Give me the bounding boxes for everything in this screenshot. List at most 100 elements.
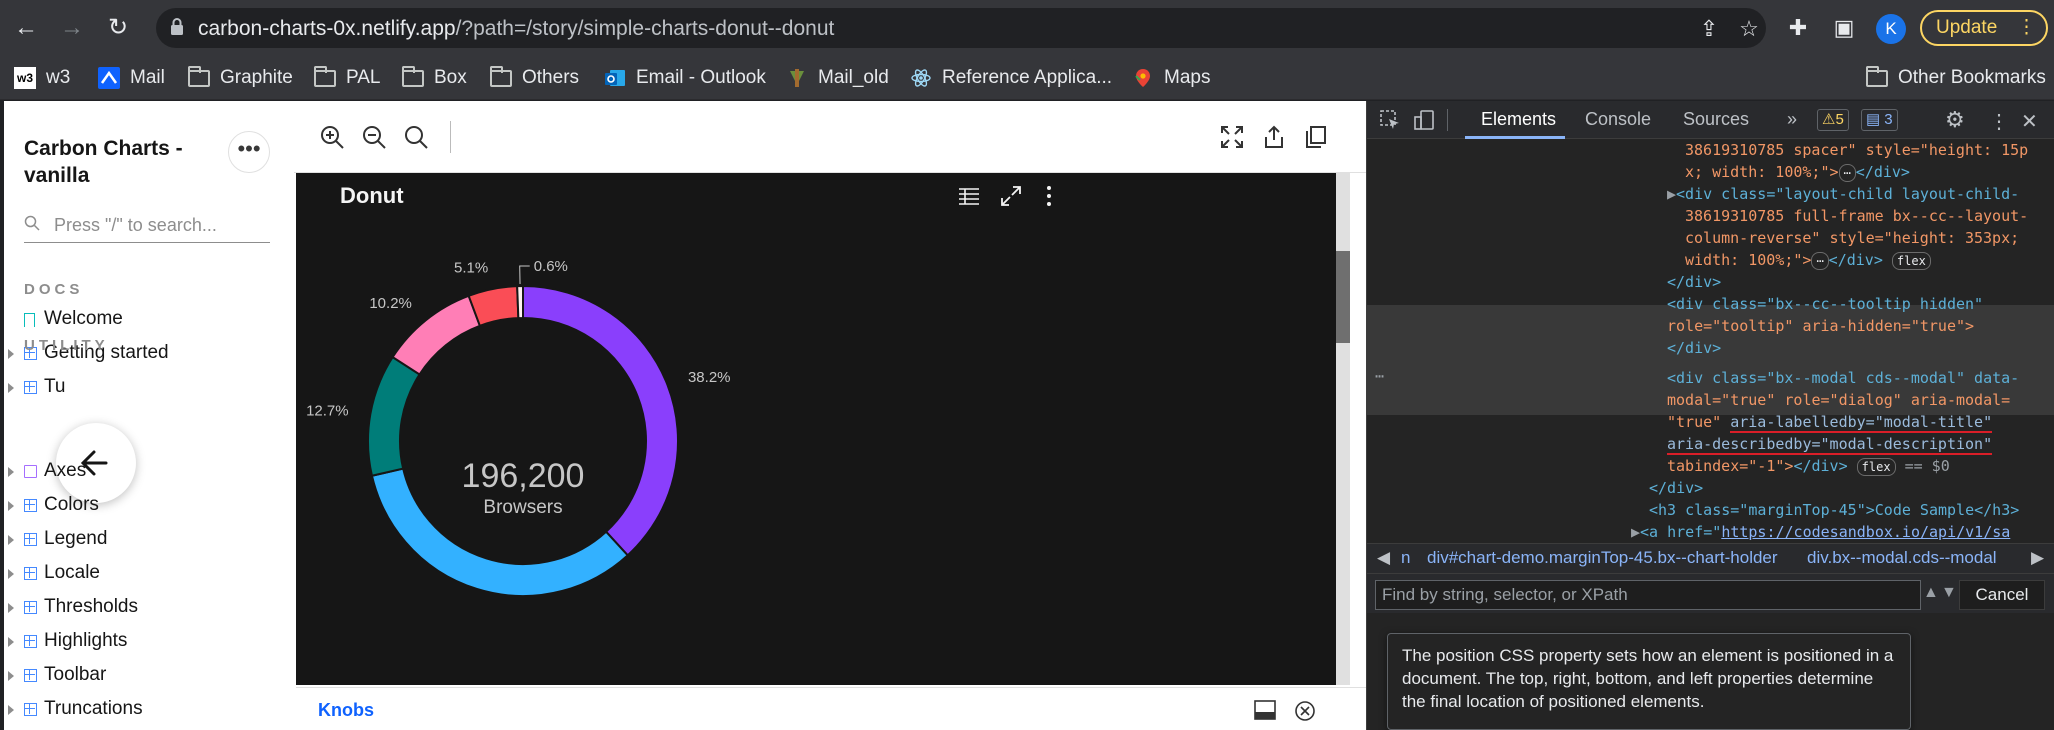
settings-gear-icon[interactable]: ⚙: [1945, 107, 1965, 133]
breadcrumb-item[interactable]: div#chart-demo.marginTop-45.bx--chart-ho…: [1427, 548, 1778, 568]
sidebar-item-legend[interactable]: Legend: [4, 525, 286, 555]
code-line[interactable]: ▶<div class="layout-child layout-child-: [1667, 183, 2019, 205]
messages-badge[interactable]: ▤ 3: [1861, 109, 1898, 131]
breadcrumb-item[interactable]: div.bx--modal.cds--modal: [1807, 548, 1997, 568]
zoom-reset-icon[interactable]: [402, 123, 430, 151]
bookmark-others[interactable]: Others: [490, 64, 579, 92]
code-line[interactable]: "true" aria-labelledby="modal-title": [1667, 411, 1993, 433]
donut-slice[interactable]: [516, 284, 524, 320]
sidebar-item-tutorials[interactable]: Tu: [4, 373, 286, 403]
chart-container: Donut 38.2% 12.7% 10.2% 5.1% 0.6% 196,200 Br…: [296, 173, 1336, 685]
chevron-right-icon[interactable]: ▶: [2031, 548, 2044, 568]
code-line[interactable]: role="tooltip" aria-hidden="true">: [1667, 315, 1974, 337]
code-line[interactable]: <div class="bx--modal cds--modal" data-: [1667, 367, 2019, 389]
address-bar[interactable]: carbon-charts-0x.netlify.app/?path=/stor…: [156, 8, 1766, 48]
ellipsis-pill[interactable]: ⋯: [1838, 164, 1856, 182]
sidebar-item-highlights[interactable]: Highlights: [4, 627, 286, 657]
find-input[interactable]: Find by string, selector, or XPath: [1375, 580, 1921, 610]
chevron-left-icon[interactable]: ◀: [1377, 548, 1390, 568]
search-input[interactable]: Press "/" to search...: [24, 211, 270, 243]
code-line[interactable]: width: 100%;"> ⋯ </div> flex: [1685, 249, 1931, 271]
find-prev-icon[interactable]: ▲: [1923, 584, 1939, 602]
side-panel-icon[interactable]: ▣: [1830, 14, 1858, 42]
profile-avatar[interactable]: K: [1876, 14, 1906, 44]
code-line[interactable]: </div>: [1649, 477, 1703, 499]
tab-knobs[interactable]: Knobs: [318, 700, 374, 721]
selected-dots-icon[interactable]: ⋯: [1375, 365, 1384, 387]
zoom-in-icon[interactable]: [318, 123, 346, 151]
close-panel-icon[interactable]: [1294, 700, 1316, 722]
reload-icon[interactable]: ↻: [104, 14, 132, 42]
sidebar-item-label: Legend: [44, 528, 108, 549]
flex-badge[interactable]: flex: [1891, 252, 1931, 270]
breadcrumb-item[interactable]: n: [1401, 548, 1410, 568]
sidebar-item-thresholds[interactable]: Thresholds: [4, 593, 286, 623]
bookmark-reference-applica[interactable]: Reference Applica...: [910, 64, 1112, 92]
bookmark-graphite[interactable]: Graphite: [188, 64, 293, 92]
more-vert-icon[interactable]: ⋮: [1989, 109, 2009, 134]
code-line[interactable]: <div class="bx--cc--tooltip hidden": [1667, 293, 1983, 315]
sidebar-item-label: Toolbar: [44, 664, 107, 685]
bookmark-email-outlook[interactable]: Email - Outlook: [604, 64, 766, 92]
bookmark-box[interactable]: Box: [402, 64, 467, 92]
code-line[interactable]: <h3 class="marginTop-45">Code Sample</h3…: [1649, 499, 2019, 521]
code-line[interactable]: ▶<a href="https://codesandbox.io/api/v1/…: [1631, 521, 2010, 543]
scrollbar-thumb[interactable]: [1336, 251, 1350, 343]
flex-badge[interactable]: flex: [1856, 458, 1896, 476]
bookmark-label: Mail_old: [818, 67, 889, 88]
code-line[interactable]: tabindex="-1"></div> flex == $0: [1667, 455, 1950, 477]
sidebar-item-axes[interactable]: Axes: [4, 457, 286, 487]
bookmark-mail-old[interactable]: Mail_old: [786, 64, 889, 92]
code-line[interactable]: column-reverse" style="height: 353px;: [1685, 227, 2019, 249]
code-line[interactable]: modal="true" role="dialog" aria-modal=: [1667, 389, 2010, 411]
bookmark-mail[interactable]: Mail: [98, 64, 165, 92]
find-next-icon[interactable]: ▼: [1941, 584, 1957, 602]
other-bookmarks[interactable]: Other Bookmarks: [1866, 64, 2046, 92]
tab-console[interactable]: Console: [1585, 109, 1651, 130]
find-cancel-button[interactable]: Cancel: [1959, 580, 2045, 610]
url-text: carbon-charts-0x.netlify.app/?path=/stor…: [198, 17, 834, 41]
sidebar-item-locale[interactable]: Locale: [4, 559, 286, 589]
share-icon[interactable]: [1260, 123, 1288, 151]
more-tabs-icon[interactable]: »: [1787, 109, 1797, 130]
code-line[interactable]: 38619310785 spacer" style="height: 15p: [1685, 139, 2028, 161]
outlook-icon: [605, 70, 625, 86]
bookmark-maps[interactable]: Maps: [1132, 64, 1210, 92]
sidebar-item-truncations[interactable]: Truncations: [4, 695, 286, 725]
panel-toggle-icon[interactable]: [1254, 700, 1276, 720]
sidebar-item-colors[interactable]: Colors: [4, 491, 286, 521]
scrollbar-track[interactable]: [1336, 173, 1350, 685]
sidebar-item-toolbar[interactable]: Toolbar: [4, 661, 286, 691]
sidebar-item-welcome[interactable]: Welcome: [4, 305, 286, 335]
donut-slice[interactable]: [367, 355, 421, 477]
code-line[interactable]: x; width: 100%;"> ⋯ </div>: [1685, 161, 1910, 183]
share-icon[interactable]: ⇪: [1696, 16, 1722, 42]
preview-toolbar: [294, 101, 1366, 173]
bookmark-w3[interactable]: w3 w3: [14, 64, 70, 92]
tab-elements[interactable]: Elements: [1481, 109, 1556, 130]
bookmark-pal[interactable]: PAL: [314, 64, 381, 92]
expand-triangle-icon[interactable]: ▶: [1631, 523, 1640, 541]
zoom-out-icon[interactable]: [360, 123, 388, 151]
fullscreen-icon[interactable]: [1218, 123, 1246, 151]
code-line[interactable]: aria-describedby="modal-description": [1667, 433, 1993, 455]
maps-icon: [1135, 69, 1150, 87]
code-line[interactable]: </div>: [1667, 271, 1721, 293]
update-button[interactable]: Update ⋮: [1920, 10, 2048, 46]
copy-link-icon[interactable]: [1302, 123, 1330, 151]
extensions-puzzle-icon[interactable]: ✚: [1784, 14, 1812, 42]
ellipsis-pill[interactable]: ⋯: [1811, 252, 1829, 270]
forward-arrow-icon[interactable]: →: [58, 14, 86, 42]
device-toolbar-icon[interactable]: [1413, 109, 1435, 131]
codesandbox-link[interactable]: https://codesandbox.io/api/v1/sa: [1721, 523, 2010, 541]
tab-sources[interactable]: Sources: [1683, 109, 1749, 130]
expand-triangle-icon[interactable]: ▶: [1667, 185, 1676, 203]
warnings-badge[interactable]: ⚠5: [1817, 109, 1849, 131]
code-line[interactable]: 38619310785 full-frame bx--cc--layout-: [1685, 205, 2028, 227]
inspect-element-icon[interactable]: [1379, 109, 1401, 131]
star-icon[interactable]: ☆: [1736, 16, 1762, 42]
close-icon[interactable]: ✕: [2021, 109, 2038, 134]
more-options-button[interactable]: •••: [228, 131, 270, 173]
code-line[interactable]: </div>: [1667, 337, 1721, 359]
back-arrow-icon[interactable]: ←: [12, 14, 40, 42]
